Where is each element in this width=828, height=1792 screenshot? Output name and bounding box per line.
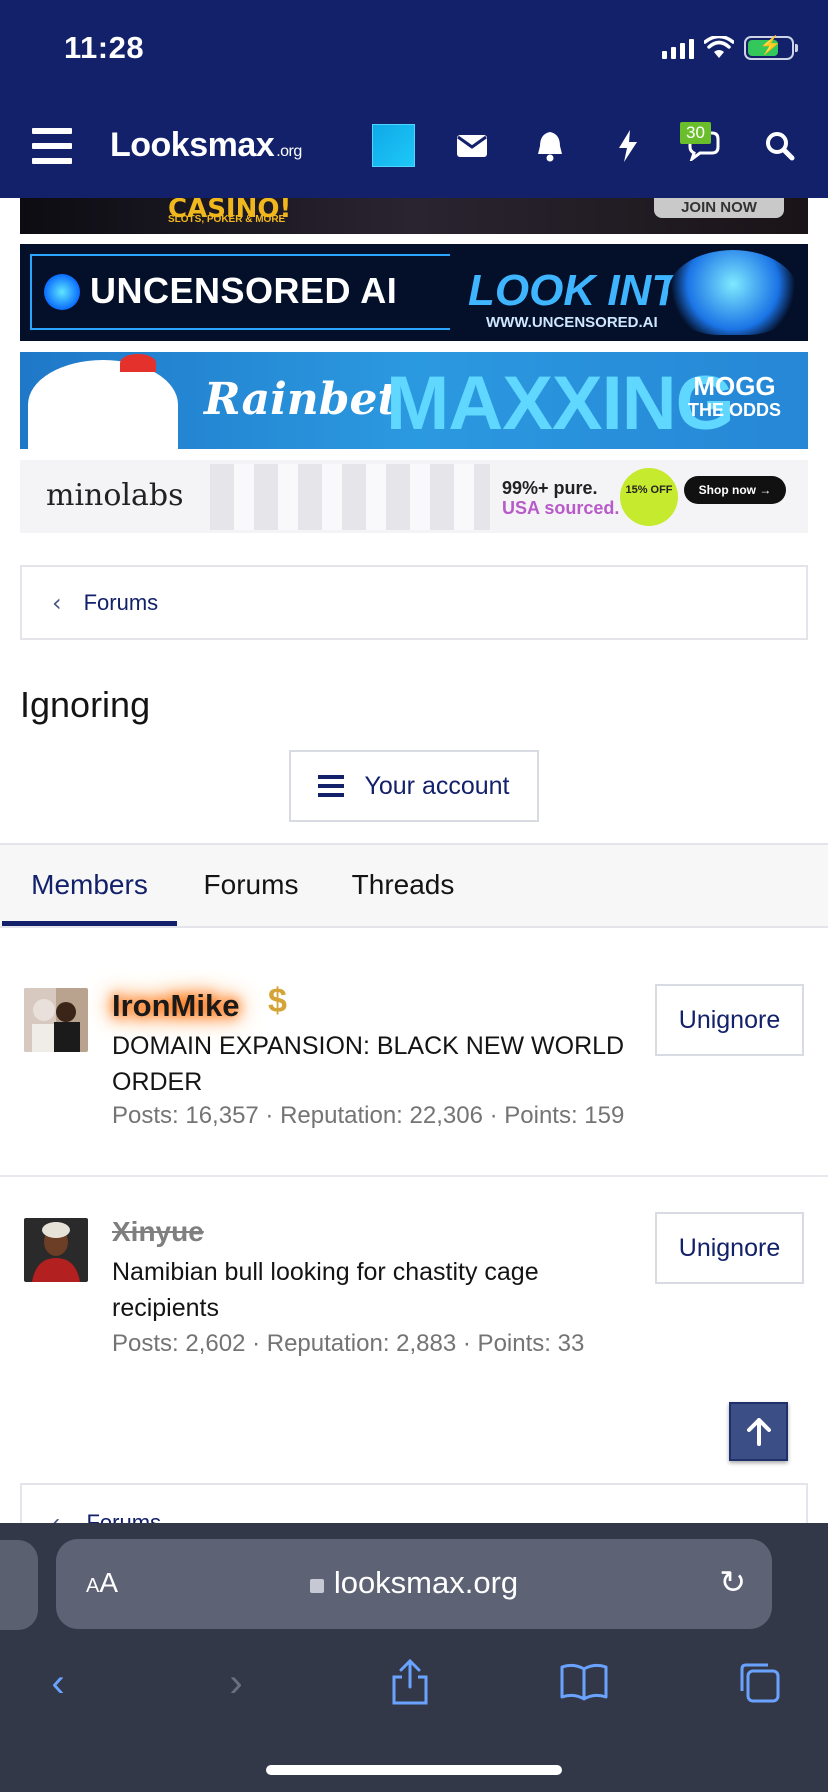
status-icons: ⚡ <box>662 34 798 62</box>
avatar[interactable] <box>24 988 88 1052</box>
rainbet-tag: MOGG THE ODDS <box>688 371 782 420</box>
casino-ad-sub: SLOTS, POKER & MORE <box>168 214 286 225</box>
member-name[interactable]: Xinyue <box>112 1216 204 1248</box>
ai-logo-icon <box>44 274 80 310</box>
tab-forums[interactable]: Forums <box>184 845 318 926</box>
tab-threads[interactable]: Threads <box>332 845 474 926</box>
rainbet-brand: Rainbet <box>204 374 398 425</box>
blue-square-icon[interactable] <box>372 124 415 167</box>
vials-graphic <box>210 464 490 530</box>
arrow-up-icon <box>746 1418 771 1446</box>
chicken-comb <box>120 354 156 372</box>
url-text: looksmax.org <box>56 1565 772 1601</box>
member-name[interactable]: IronMike <box>112 988 239 1024</box>
breadcrumb-forums[interactable]: Forums <box>84 590 159 616</box>
page-title: Ignoring <box>20 684 151 725</box>
reload-icon[interactable]: ↻ <box>719 1563 746 1601</box>
search-icon[interactable] <box>756 122 804 170</box>
casino-ad-cta[interactable]: JOIN NOW <box>654 198 784 218</box>
uncensored-ad-title: UNCENSORED AI <box>90 270 398 311</box>
footer-breadcrumb[interactable]: ‹ Forums <box>20 1483 808 1523</box>
breadcrumb[interactable]: ‹ Forums <box>20 565 808 640</box>
lock-icon <box>309 1579 324 1593</box>
minolabs-cta[interactable]: Shop now → <box>684 476 786 504</box>
chevron-left-icon: ‹ <box>52 1509 60 1523</box>
divider <box>0 1175 828 1177</box>
bolt-icon[interactable] <box>604 122 652 170</box>
bell-icon[interactable] <box>526 122 574 170</box>
status-time: 11:28 <box>64 30 145 65</box>
your-account-button[interactable]: Your account <box>289 750 539 822</box>
brain-graphic <box>668 250 798 335</box>
tab-bar: Members Forums Threads <box>0 843 828 928</box>
tabs-icon[interactable] <box>730 1653 790 1713</box>
back-icon[interactable]: ‹ <box>28 1653 88 1713</box>
address-bar[interactable]: AA looksmax.org ↻ <box>56 1539 772 1629</box>
menu-icon[interactable] <box>32 128 72 164</box>
minolabs-ad-banner[interactable]: minolabs 99%+ pure. USA sourced. 15% OFF … <box>20 460 808 533</box>
member-stats: Posts: 16,357 · Reputation: 22,306 · Poi… <box>112 1102 625 1129</box>
rainbet-headline: MAXXING <box>386 361 735 446</box>
site-logo[interactable]: Looksmax .org <box>110 126 302 165</box>
member-title: DOMAIN EXPANSION: BLACK NEW WORLD ORDER <box>112 1032 625 1096</box>
chicken-mascot <box>28 360 178 449</box>
uncensored-ad-url: WWW.UNCENSORED.AI <box>486 314 658 331</box>
member-title: Namibian bull looking for chastity cage … <box>112 1258 539 1322</box>
menu-lines-icon <box>318 775 345 797</box>
browser-toolbar: AA looksmax.org ↻ ‹ › <box>0 1523 828 1792</box>
notification-badge: 30 <box>680 122 711 144</box>
tab-members[interactable]: Members <box>2 845 177 926</box>
top-bar: 11:28 ⚡ Looksmax .org 30 <box>0 0 828 198</box>
unignore-button[interactable]: Unignore <box>655 984 804 1056</box>
forward-icon[interactable]: › <box>206 1653 266 1713</box>
bookmarks-icon[interactable] <box>554 1653 614 1713</box>
minolabs-brand: minolabs <box>46 478 184 513</box>
rainbet-ad-banner[interactable]: Rainbet MAXXING MOGG THE ODDS <box>20 352 808 449</box>
wifi-icon <box>704 36 734 58</box>
minolabs-offer: 15% OFF <box>620 468 678 526</box>
home-indicator <box>266 1765 562 1775</box>
avatar[interactable] <box>24 1218 88 1282</box>
dollar-icon: $ <box>268 982 287 1020</box>
share-icon[interactable] <box>380 1653 440 1713</box>
member-stats: Posts: 2,602 · Reputation: 2,883 · Point… <box>112 1330 585 1357</box>
footer-breadcrumb-forums[interactable]: Forums <box>86 1510 161 1523</box>
site-nav: Looksmax .org 30 <box>0 112 828 182</box>
your-account-label: Your account <box>364 771 510 800</box>
signal-icon <box>662 37 694 59</box>
minolabs-claim: 99%+ pure. USA sourced. <box>502 478 620 518</box>
battery-icon: ⚡ <box>744 35 798 60</box>
uncensored-ad-banner[interactable]: UNCENSORED AI LOOK INTO IT WWW.UNCENSORE… <box>20 244 808 341</box>
casino-ad-banner[interactable]: CASINO! SLOTS, POKER & MORE JOIN NOW <box>20 198 808 234</box>
scroll-to-top-button[interactable] <box>729 1402 788 1461</box>
chevron-left-icon: ‹ <box>52 588 62 617</box>
previous-tab-peek[interactable] <box>0 1540 38 1630</box>
envelope-icon[interactable] <box>448 122 496 170</box>
unignore-button[interactable]: Unignore <box>655 1212 804 1284</box>
